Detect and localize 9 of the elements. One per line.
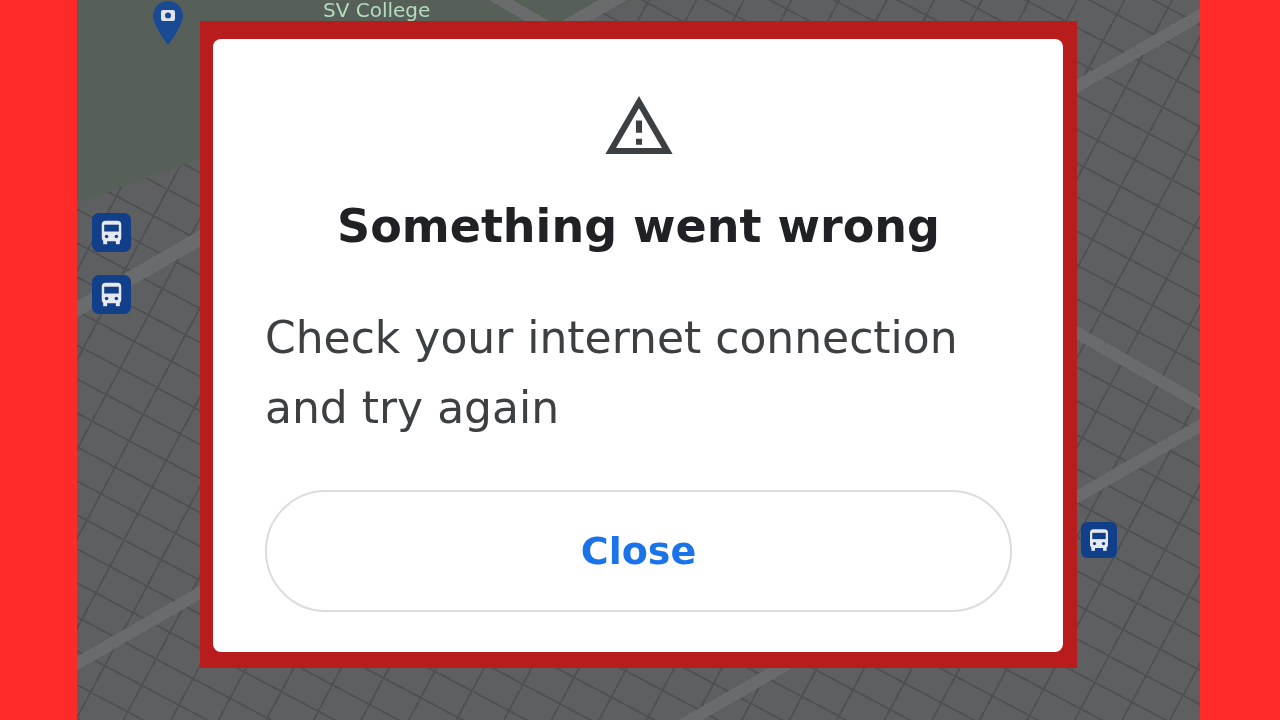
warning-icon — [604, 96, 673, 154]
bus-stop-icon — [92, 213, 131, 252]
bus-stop-icon — [92, 275, 131, 314]
close-button[interactable]: Close — [265, 490, 1012, 612]
bus-stop-icon — [1081, 522, 1117, 558]
map-place-label: SV College — [323, 0, 431, 20]
dialog-title: Something went wrong — [337, 198, 940, 254]
dialog-message: Check your internet connection and try again — [265, 311, 959, 435]
location-pin-icon — [153, 1, 183, 45]
